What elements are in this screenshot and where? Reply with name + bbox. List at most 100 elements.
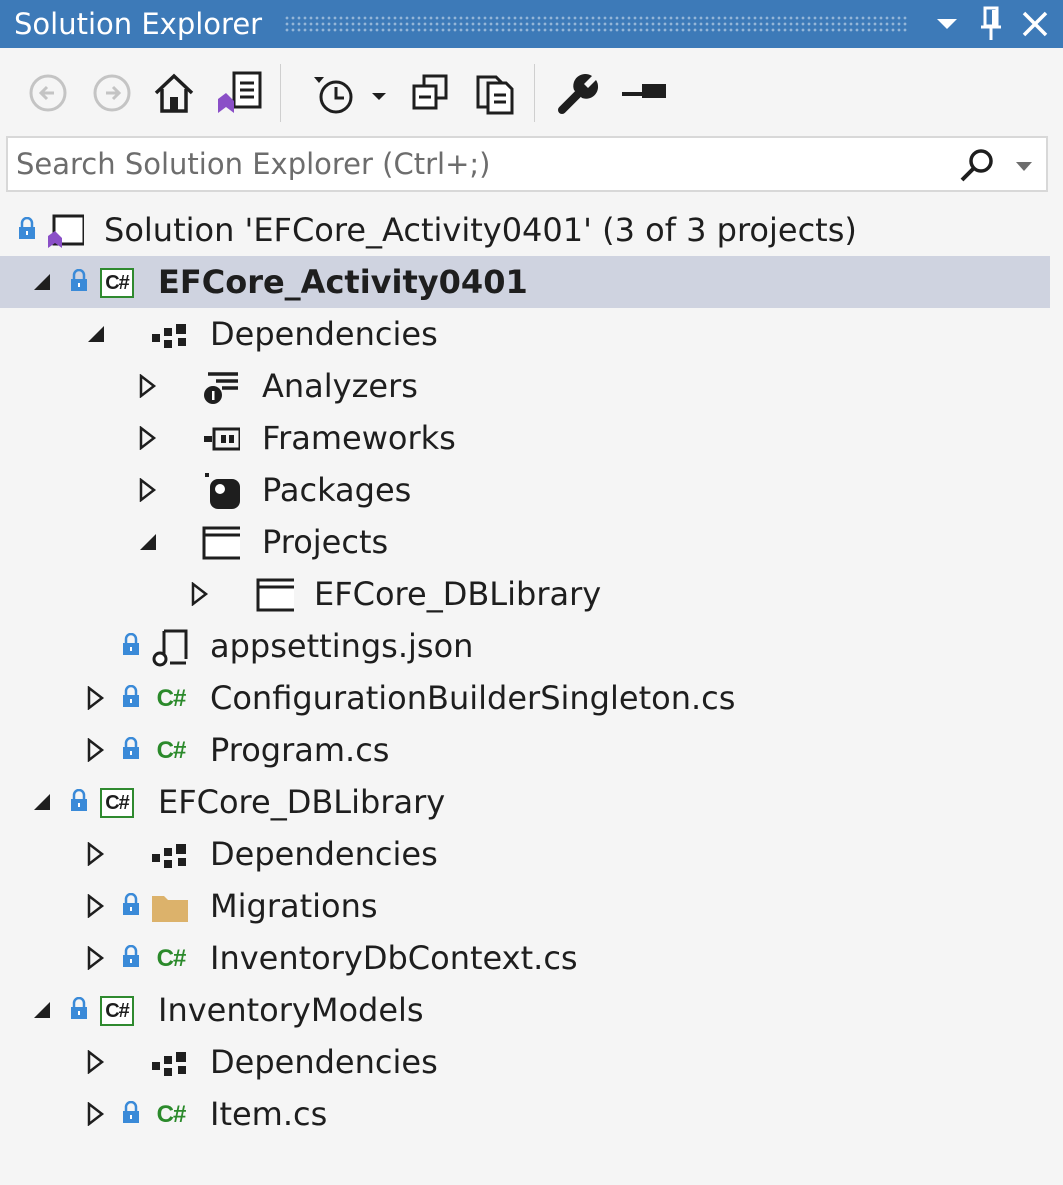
properties-icon [558, 73, 599, 114]
tree-node-label: Analyzers [262, 367, 418, 405]
switch-views-button[interactable] [212, 68, 266, 118]
toolbar-separator [534, 64, 535, 122]
tree-node-project-inventorymodels[interactable]: C# InventoryModels [0, 984, 1050, 1036]
tree-node-label: Migrations [210, 887, 378, 925]
collapsed-arrow-icon[interactable] [84, 686, 108, 710]
collapsed-arrow-icon[interactable] [136, 426, 160, 450]
tree-node-csharp-file[interactable]: C# ConfigurationBuilderSingleton.cs [0, 672, 1050, 724]
tree-node-label: appsettings.json [210, 627, 474, 665]
tree-node-label: EFCore_DBLibrary [314, 575, 602, 613]
tree-node-migrations-folder[interactable]: Migrations [0, 880, 1050, 932]
tree-node-frameworks[interactable]: Frameworks [0, 412, 1050, 464]
preview-selected-icon [622, 84, 666, 98]
dependencies-icon [150, 1044, 188, 1082]
lock-icon [123, 945, 139, 967]
lock-icon [123, 633, 139, 655]
tree-node-label: EFCore_Activity0401 [158, 263, 528, 301]
packages-icon [202, 472, 240, 510]
collapsed-arrow-icon[interactable] [84, 1102, 108, 1126]
show-all-files-icon [476, 75, 514, 115]
lock-icon [123, 685, 139, 707]
search-box [6, 136, 1048, 192]
csharp-file-icon: C# [156, 685, 187, 712]
search-options-dropdown-icon[interactable] [1014, 160, 1034, 174]
csharp-file-icon: C# [156, 1101, 187, 1128]
collapsed-arrow-icon[interactable] [84, 1050, 108, 1074]
title-drag-grip[interactable] [284, 15, 907, 33]
tree-node-analyzers[interactable]: Analyzers [0, 360, 1050, 412]
home-button[interactable] [150, 68, 198, 118]
project-reference-icon [256, 576, 294, 614]
pending-changes-filter-button[interactable] [304, 68, 394, 118]
tree-node-project-efcore-dblibrary[interactable]: C# EFCore_DBLibrary [0, 776, 1050, 828]
toolbar-separator [280, 64, 281, 122]
panel-title: Solution Explorer [14, 7, 263, 41]
close-button[interactable] [1013, 2, 1057, 46]
forward-button[interactable] [90, 68, 134, 118]
lock-icon [71, 269, 87, 291]
home-icon [154, 73, 194, 113]
tree-node-label: InventoryDbContext.cs [210, 939, 578, 977]
tree-node-label: Dependencies [210, 315, 438, 353]
csharp-project-icon: C# [98, 992, 136, 1030]
search-input[interactable] [16, 144, 946, 184]
expanded-arrow-icon[interactable] [30, 790, 54, 814]
tree-node-dependencies[interactable]: Dependencies [0, 308, 1050, 360]
tree-node-label: Frameworks [262, 419, 456, 457]
collapsed-arrow-icon[interactable] [84, 738, 108, 762]
collapsed-arrow-icon[interactable] [136, 478, 160, 502]
tree-node-csharp-file[interactable]: C# InventoryDbContext.cs [0, 932, 1050, 984]
collapsed-arrow-icon[interactable] [136, 374, 160, 398]
show-all-files-button[interactable] [470, 68, 520, 118]
analyzers-icon [202, 368, 240, 406]
projects-icon [202, 524, 240, 562]
folder-icon [150, 888, 188, 926]
tree-node-label: Program.cs [210, 731, 390, 769]
dependencies-icon [150, 836, 188, 874]
tree-node-dependencies[interactable]: Dependencies [0, 1036, 1050, 1088]
lock-icon [123, 737, 139, 759]
json-file-icon [150, 628, 188, 667]
lock-icon [123, 893, 139, 915]
tree-node-projects[interactable]: Projects [0, 516, 1050, 568]
tree-node-csharp-file[interactable]: C# Item.cs [0, 1088, 1050, 1140]
lock-icon [71, 997, 87, 1019]
tree-node-label: Solution 'EFCore_Activity0401' (3 of 3 p… [104, 211, 857, 249]
title-bar: Solution Explorer [0, 0, 1063, 48]
expanded-arrow-icon[interactable] [136, 530, 160, 554]
back-icon [29, 74, 67, 112]
tree-node-solution[interactable]: Solution 'EFCore_Activity0401' (3 of 3 p… [0, 204, 1050, 256]
collapsed-arrow-icon[interactable] [188, 582, 212, 606]
expanded-arrow-icon[interactable] [30, 998, 54, 1022]
tree-node-project-efcore-activity0401[interactable]: C# EFCore_Activity0401 [0, 256, 1050, 308]
switch-views-icon [218, 71, 262, 113]
back-button[interactable] [26, 68, 70, 118]
tree-node-label: Projects [262, 523, 389, 561]
expanded-arrow-icon[interactable] [30, 270, 54, 294]
lock-icon [123, 1101, 139, 1123]
dependencies-icon [150, 316, 188, 354]
auto-hide-pin-button[interactable] [969, 2, 1013, 46]
csharp-file-icon: C# [156, 945, 187, 972]
window-position-dropdown-button[interactable] [925, 2, 969, 46]
csharp-project-icon: C# [98, 784, 136, 822]
preview-selected-items-button[interactable] [618, 68, 672, 118]
close-icon [1022, 11, 1048, 37]
lock-icon [19, 217, 35, 239]
collapsed-arrow-icon[interactable] [84, 894, 108, 918]
search-icon[interactable] [958, 147, 996, 185]
toolbar [4, 52, 1059, 134]
tree-node-appsettings-json[interactable]: appsettings.json [0, 620, 1050, 672]
collapse-all-button[interactable] [408, 68, 454, 118]
tree-node-label: ConfigurationBuilderSingleton.cs [210, 679, 736, 717]
tree-node-packages[interactable]: Packages [0, 464, 1050, 516]
properties-button[interactable] [554, 68, 604, 118]
tree-node-dependencies[interactable]: Dependencies [0, 828, 1050, 880]
collapsed-arrow-icon[interactable] [84, 946, 108, 970]
tree-node-csharp-file[interactable]: C# Program.cs [0, 724, 1050, 776]
tree-node-project-reference[interactable]: EFCore_DBLibrary [0, 568, 1050, 620]
expanded-arrow-icon[interactable] [84, 322, 108, 346]
tree-node-label: EFCore_DBLibrary [158, 783, 446, 821]
collapsed-arrow-icon[interactable] [84, 842, 108, 866]
lock-icon [71, 789, 87, 811]
